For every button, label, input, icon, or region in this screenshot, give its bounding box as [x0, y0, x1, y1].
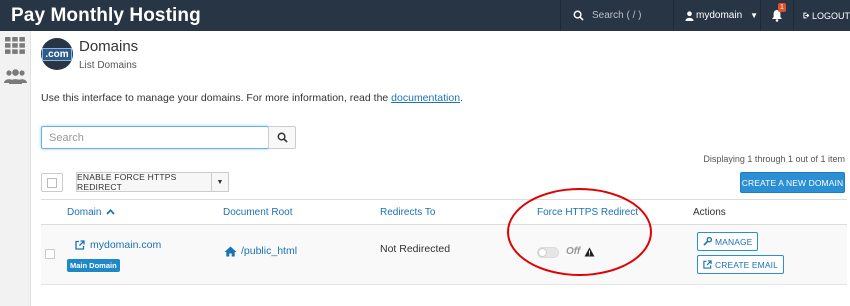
column-document-root[interactable]: Document Root	[223, 207, 292, 218]
domains-app-icon-text: .com	[42, 47, 72, 61]
select-all-checkbox[interactable]	[41, 173, 63, 192]
warning-icon[interactable]	[584, 244, 595, 262]
enable-force-https-dropdown[interactable]: ▼	[211, 172, 229, 192]
force-https-toggle[interactable]	[537, 247, 559, 258]
column-domain[interactable]: Domain	[67, 207, 115, 218]
domains-app-icon: .com	[41, 38, 73, 70]
chevron-down-icon: ▼	[750, 11, 759, 20]
global-search[interactable]: Search ( / )	[560, 0, 672, 31]
logout-button[interactable]: LOGOUT	[793, 0, 850, 31]
domain-name: mydomain.com	[90, 239, 162, 251]
intro-period: .	[460, 92, 463, 104]
table-header: Domain Document Root Redirects To Force …	[41, 199, 847, 225]
search-icon	[573, 10, 584, 21]
column-domain-label: Domain	[67, 207, 102, 218]
intro-sentence: Use this interface to manage your domain…	[41, 92, 392, 104]
top-bar: Pay Monthly Hosting Search ( / ) mydomai…	[0, 0, 850, 31]
external-link-icon	[703, 260, 712, 269]
column-redirects-to[interactable]: Redirects To	[380, 207, 435, 218]
column-force-https[interactable]: Force HTTPS Redirect	[537, 207, 638, 218]
external-link-icon	[75, 240, 85, 250]
notifications-button[interactable]: 1	[760, 0, 793, 31]
search-icon	[277, 132, 288, 143]
force-https-status: Off	[566, 246, 581, 257]
username: mydomain	[696, 10, 743, 21]
domain-link[interactable]: mydomain.com	[75, 239, 161, 251]
main-domain-badge: Main Domain	[67, 259, 120, 272]
manage-label: MANAGE	[715, 236, 753, 247]
intro-text: Use this interface to manage your domain…	[41, 92, 463, 104]
user-icon	[685, 10, 694, 21]
table-row: mydomain.com Main Domain /public_html No…	[41, 225, 847, 285]
home-icon	[224, 246, 237, 256]
brand-title[interactable]: Pay Monthly Hosting	[0, 5, 201, 27]
notification-count-badge: 1	[778, 3, 786, 12]
user-menu[interactable]: mydomain ▼	[673, 0, 760, 31]
sort-ascending-icon	[103, 207, 115, 217]
page-title: Domains	[79, 38, 139, 55]
toggle-knob	[538, 248, 547, 257]
wrench-icon	[703, 237, 712, 246]
left-rail	[0, 31, 31, 306]
create-email-label: CREATE EMAIL	[715, 259, 778, 270]
search-button[interactable]	[268, 126, 296, 149]
domain-search-input[interactable]	[41, 126, 269, 149]
row-checkbox[interactable]	[45, 249, 55, 259]
apps-grid-icon[interactable]	[5, 37, 25, 59]
page-subtitle: List Domains	[79, 60, 137, 71]
document-root-path: /public_html	[241, 245, 298, 257]
logout-label: LOGOUT	[811, 10, 850, 21]
create-domain-button[interactable]: CREATE A NEW DOMAIN	[740, 172, 845, 193]
create-email-button[interactable]: CREATE EMAIL	[697, 255, 784, 274]
column-actions: Actions	[693, 207, 726, 218]
logout-icon	[803, 12, 809, 19]
select-all-checkbox-box	[47, 177, 57, 188]
enable-force-https-button[interactable]: ENABLE FORCE HTTPS REDIRECT	[76, 172, 212, 192]
caret-down-icon: ▼	[216, 178, 224, 186]
users-icon[interactable]	[4, 69, 27, 89]
redirect-status: Not Redirected	[380, 243, 451, 255]
documentation-link[interactable]: documentation	[391, 92, 460, 104]
pagination-summary: Displaying 1 through 1 out of 1 item	[703, 154, 845, 164]
document-root-link[interactable]: /public_html	[224, 245, 297, 257]
manage-button[interactable]: MANAGE	[697, 232, 759, 251]
global-search-placeholder: Search ( / )	[592, 10, 642, 21]
